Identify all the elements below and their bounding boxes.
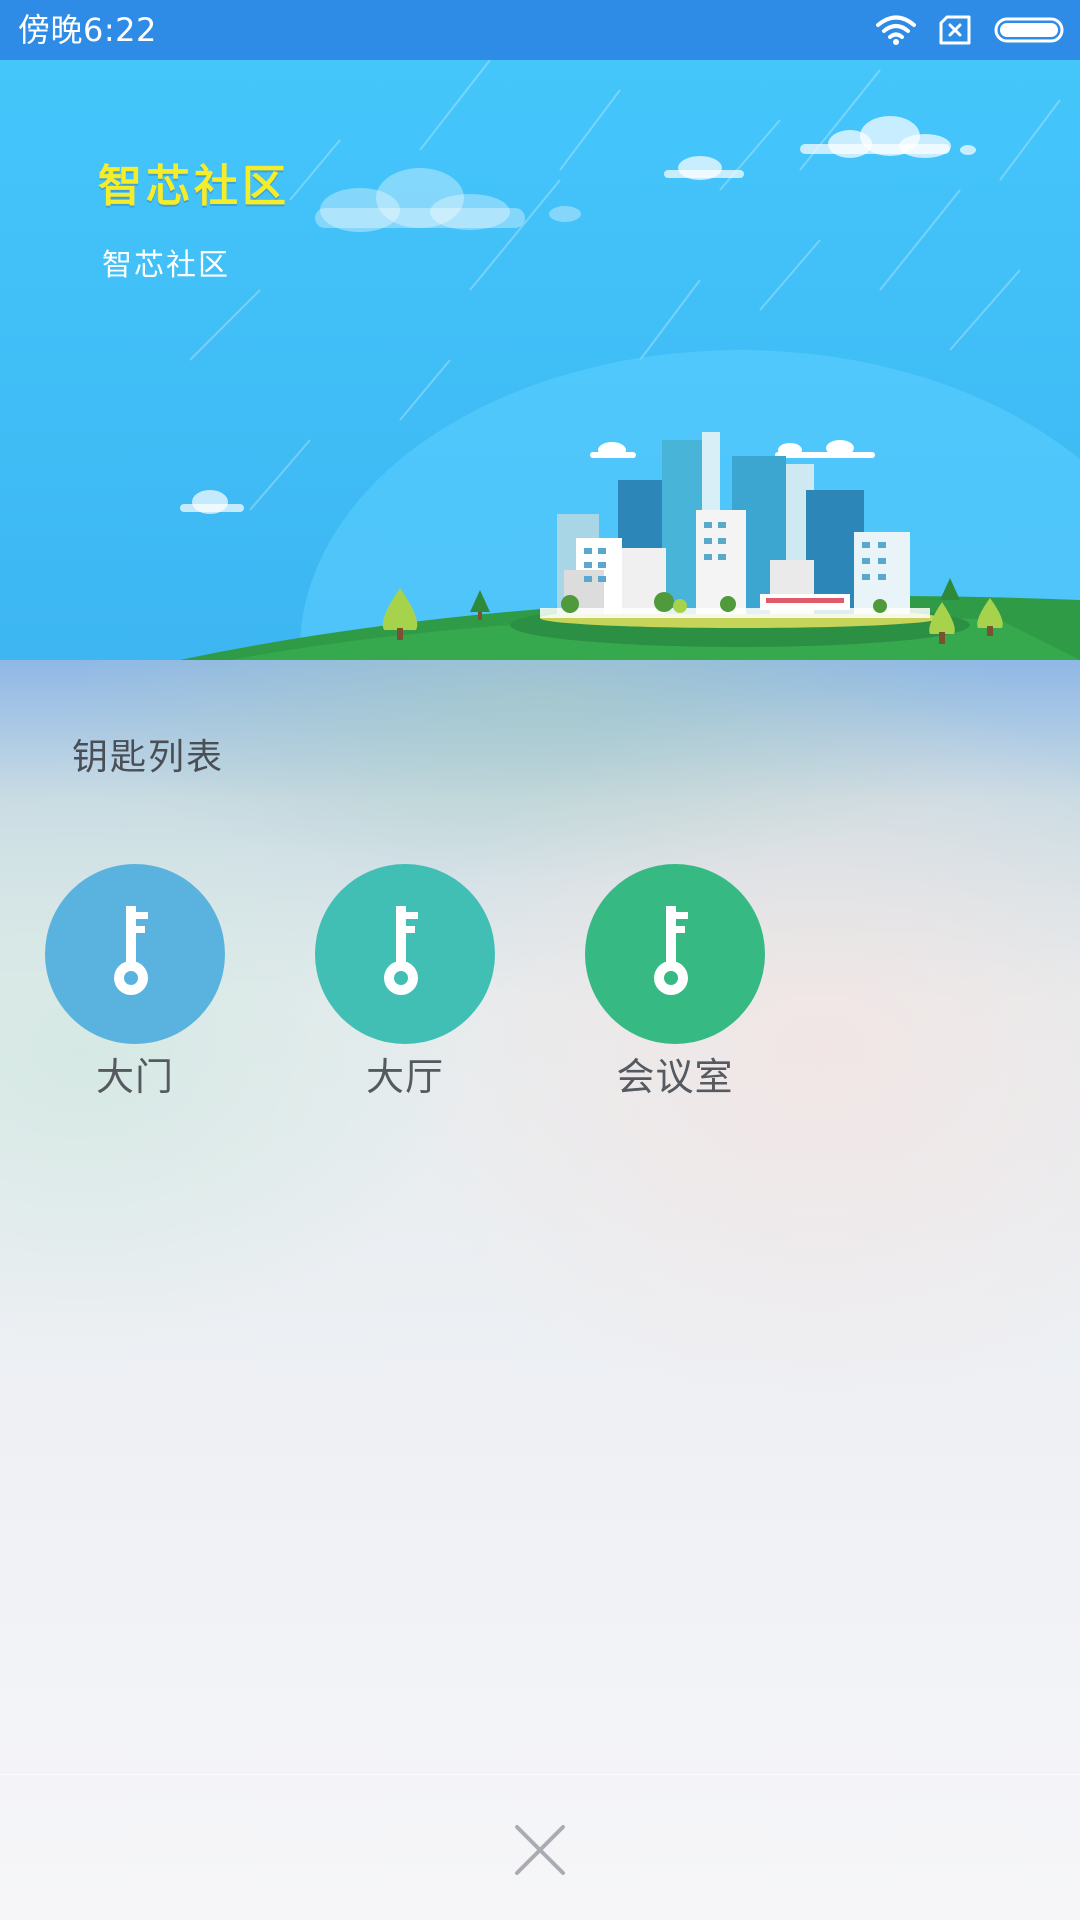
key-icon	[384, 906, 418, 995]
status-icons	[876, 12, 1066, 48]
key-item-meeting-room[interactable]: 会议室	[540, 864, 810, 1104]
close-icon	[515, 1825, 565, 1875]
key-icon	[654, 906, 688, 995]
key-circle[interactable]	[585, 864, 765, 1044]
bottom-divider	[0, 1774, 1080, 1775]
status-time: 傍晚6:22	[18, 11, 157, 49]
status-bar: 傍晚6:22	[0, 0, 1080, 60]
key-circle[interactable]	[315, 864, 495, 1044]
key-label: 大门	[95, 1055, 174, 1099]
key-icon	[114, 906, 148, 995]
wifi-icon	[876, 14, 916, 46]
key-item-gate[interactable]: 大门	[0, 864, 270, 1104]
key-circle[interactable]	[45, 864, 225, 1044]
key-item-hall[interactable]: 大厅	[270, 864, 540, 1104]
no-sim-icon	[938, 15, 972, 45]
banner: 智芯社区 智芯社区	[0, 60, 1080, 660]
key-label: 大厅	[365, 1055, 444, 1099]
battery-icon	[994, 16, 1066, 44]
banner-subtitle: 智芯社区	[102, 248, 230, 283]
banner-title: 智芯社区	[98, 161, 290, 212]
screen: 傍晚6:22 智芯社区 智芯社区 钥匙列表 大门 大厅 会议室	[0, 0, 1080, 1920]
key-label: 会议室	[616, 1055, 734, 1099]
section-title: 钥匙列表	[72, 737, 225, 778]
close-button[interactable]	[490, 1800, 590, 1900]
